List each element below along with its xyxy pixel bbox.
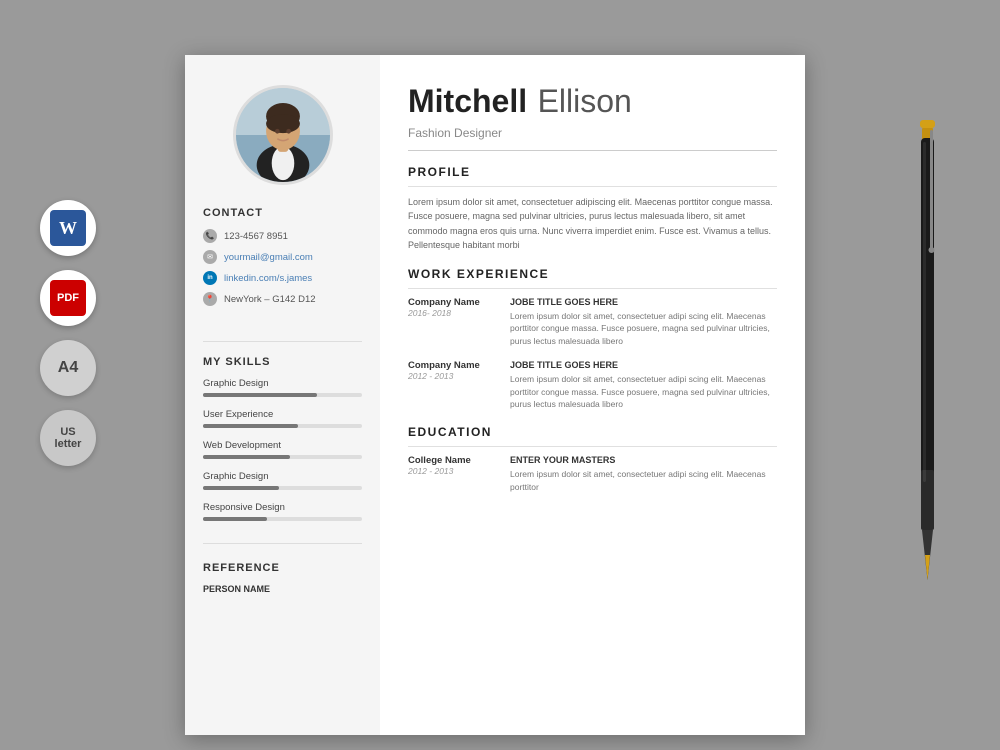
a4-icon-badge[interactable]: A4	[40, 340, 96, 396]
work-desc: Lorem ipsum dolor sit amet, consectetuer…	[510, 373, 777, 411]
profile-section: PROFILE Lorem ipsum dolor sit amet, cons…	[408, 165, 777, 253]
contact-phone: 📞 123-4567 8951	[203, 229, 362, 243]
skill-bar-fill	[203, 517, 267, 521]
skill-bar-fill	[203, 455, 290, 459]
profile-text: Lorem ipsum dolor sit amet, consectetuer…	[408, 195, 777, 253]
reference-divider	[203, 543, 362, 544]
skill-bar-bg	[203, 517, 362, 521]
contact-linkedin: in linkedin.com/s.james	[203, 271, 362, 285]
resume-left-sidebar: CONTACT 📞 123-4567 8951 ✉ yourmail@gmail…	[185, 55, 380, 735]
skill-bar-fill	[203, 424, 298, 428]
skills-list: Graphic Design User Experience Web Devel…	[203, 378, 362, 521]
pen-svg	[910, 120, 945, 580]
skill-item: Web Development	[203, 440, 362, 459]
skill-name: User Experience	[203, 409, 362, 420]
education-divider	[408, 446, 777, 447]
location-icon: 📍	[203, 292, 217, 306]
word-icon-badge[interactable]	[40, 200, 96, 256]
skill-name: Responsive Design	[203, 502, 362, 513]
skill-bar-bg	[203, 393, 362, 397]
skills-section-title: MY SKILLS	[203, 356, 362, 368]
work-right: JOBE TITLE GOES HERE Lorem ipsum dolor s…	[510, 360, 777, 411]
skill-name: Web Development	[203, 440, 362, 451]
work-left: Company Name 2016- 2018	[408, 297, 498, 348]
skill-bar-bg	[203, 455, 362, 459]
edu-dates: 2012 - 2013	[408, 466, 498, 476]
skills-section: MY SKILLS Graphic Design User Experience…	[203, 356, 362, 533]
edu-degree-title: ENTER YOUR MASTERS	[510, 455, 777, 465]
pen	[910, 120, 945, 580]
work-entry: Company Name 2012 - 2013 JOBE TITLE GOES…	[408, 360, 777, 411]
work-right: JOBE TITLE GOES HERE Lorem ipsum dolor s…	[510, 297, 777, 348]
profile-section-title: PROFILE	[408, 165, 777, 179]
edu-entries: College Name 2012 - 2013 ENTER YOUR MAST…	[408, 455, 777, 494]
edu-college: College Name	[408, 455, 498, 466]
person-name-label: PERSON NAME	[203, 584, 362, 594]
education-section: EDUCATION College Name 2012 - 2013 ENTER…	[408, 425, 777, 494]
work-title: JOBE TITLE GOES HERE	[510, 360, 777, 370]
work-experience-title: WORK EXPERIENCE	[408, 267, 777, 281]
last-name: Ellison	[538, 83, 632, 119]
contact-section: CONTACT 📞 123-4567 8951 ✉ yourmail@gmail…	[203, 207, 362, 313]
name-area: Mitchell Ellison	[408, 83, 777, 120]
work-dates: 2016- 2018	[408, 308, 498, 318]
reference-section: REFERENCE PERSON NAME	[203, 562, 362, 598]
edu-left: College Name 2012 - 2013	[408, 455, 498, 494]
edu-desc: Lorem ipsum dolor sit amet, consectetuer…	[510, 468, 777, 494]
skill-item: User Experience	[203, 409, 362, 428]
skills-divider	[203, 341, 362, 342]
skill-bar-fill	[203, 486, 279, 490]
edu-entry: College Name 2012 - 2013 ENTER YOUR MAST…	[408, 455, 777, 494]
avatar-image	[236, 88, 330, 182]
name-divider	[408, 150, 777, 151]
us-icon-badge[interactable]: US letter	[40, 410, 96, 466]
side-icons: PDF A4 US letter	[40, 200, 96, 466]
work-entries: Company Name 2016- 2018 JOBE TITLE GOES …	[408, 297, 777, 412]
education-title: EDUCATION	[408, 425, 777, 439]
work-divider	[408, 288, 777, 289]
pdf-icon-badge[interactable]: PDF	[40, 270, 96, 326]
skill-item: Graphic Design	[203, 378, 362, 397]
phone-icon: 📞	[203, 229, 217, 243]
work-desc: Lorem ipsum dolor sit amet, consectetuer…	[510, 310, 777, 348]
contact-email: ✉ yourmail@gmail.com	[203, 250, 362, 264]
profile-section-divider	[408, 186, 777, 187]
skill-name: Graphic Design	[203, 471, 362, 482]
resume-right-content: Mitchell Ellison Fashion Designer PROFIL…	[380, 55, 805, 735]
edu-right: ENTER YOUR MASTERS Lorem ipsum dolor sit…	[510, 455, 777, 494]
contact-section-title: CONTACT	[203, 207, 362, 219]
email-icon: ✉	[203, 250, 217, 264]
first-name: Mitchell	[408, 83, 527, 119]
avatar	[233, 85, 333, 185]
avatar-area	[203, 85, 362, 185]
skill-item: Graphic Design	[203, 471, 362, 490]
word-icon	[50, 210, 86, 246]
work-left: Company Name 2012 - 2013	[408, 360, 498, 411]
job-title: Fashion Designer	[408, 126, 777, 140]
work-title: JOBE TITLE GOES HERE	[510, 297, 777, 307]
resume-paper: CONTACT 📞 123-4567 8951 ✉ yourmail@gmail…	[185, 55, 805, 735]
pdf-icon: PDF	[50, 280, 86, 316]
reference-section-title: REFERENCE	[203, 562, 362, 574]
skill-bar-bg	[203, 486, 362, 490]
work-entry: Company Name 2016- 2018 JOBE TITLE GOES …	[408, 297, 777, 348]
work-company: Company Name	[408, 297, 498, 308]
work-company: Company Name	[408, 360, 498, 371]
skill-bar-bg	[203, 424, 362, 428]
linkedin-icon: in	[203, 271, 217, 285]
skill-name: Graphic Design	[203, 378, 362, 389]
skill-item: Responsive Design	[203, 502, 362, 521]
contact-location: 📍 NewYork – G142 D12	[203, 292, 362, 306]
work-experience-section: WORK EXPERIENCE Company Name 2016- 2018 …	[408, 267, 777, 412]
skill-bar-fill	[203, 393, 317, 397]
work-dates: 2012 - 2013	[408, 371, 498, 381]
